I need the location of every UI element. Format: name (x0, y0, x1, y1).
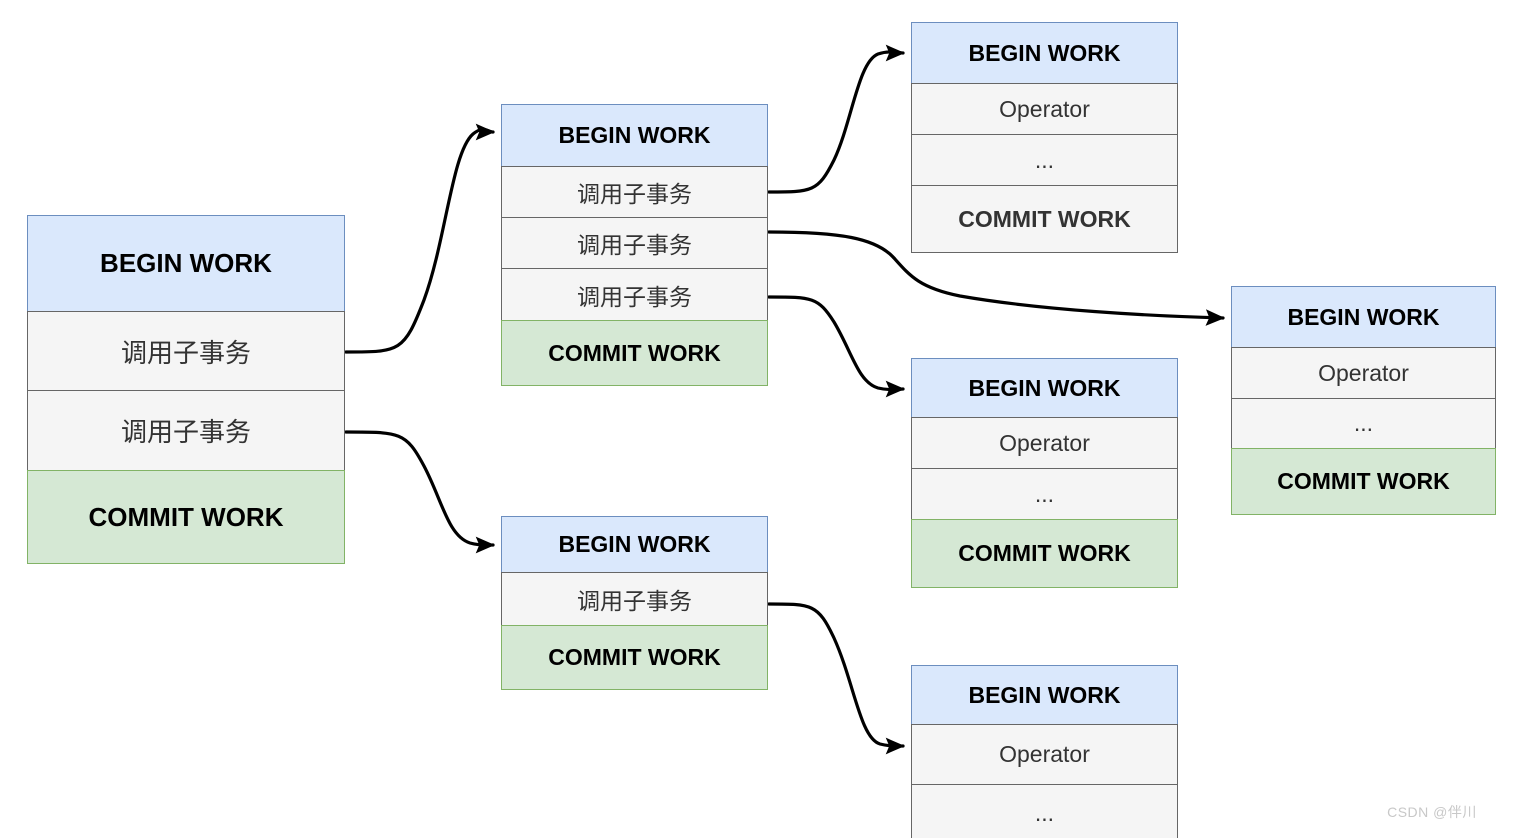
root-call-1[interactable]: 调用子事务 (27, 311, 345, 391)
sub-a-commit[interactable]: COMMIT WORK (501, 320, 768, 386)
leaf-3-operator[interactable]: Operator (911, 724, 1178, 785)
leaf-4-begin[interactable]: BEGIN WORK (1231, 286, 1496, 348)
leaf-2-operator[interactable]: Operator (911, 417, 1178, 469)
leaf-1-operator[interactable]: Operator (911, 83, 1178, 135)
sub-a-begin[interactable]: BEGIN WORK (501, 104, 768, 167)
edge-root-call1-to-sub-a (344, 123, 495, 354)
edge-sub-b-call1-to-leaf-3 (767, 602, 905, 755)
sub-a-call-1[interactable]: 调用子事务 (501, 166, 768, 218)
sub-transaction-a-box: BEGIN WORK 调用子事务 调用子事务 调用子事务 COMMIT WORK (501, 104, 768, 390)
leaf-2-ellipsis[interactable]: ... (911, 468, 1178, 520)
leaf-4-ellipsis[interactable]: ... (1231, 398, 1496, 449)
root-begin[interactable]: BEGIN WORK (27, 215, 345, 312)
edge-sub-a-call1-to-leaf-1 (767, 44, 905, 194)
edge-sub-a-call3-to-leaf-2 (767, 295, 905, 398)
csdn-watermark: CSDN @伴川 (1387, 804, 1477, 820)
leaf-4-operator[interactable]: Operator (1231, 347, 1496, 399)
sub-a-call-3[interactable]: 调用子事务 (501, 268, 768, 321)
root-transaction-box: BEGIN WORK 调用子事务 调用子事务 COMMIT WORK (27, 215, 345, 567)
leaf-transaction-3-box: BEGIN WORK Operator... (911, 665, 1178, 838)
leaf-4-commit[interactable]: COMMIT WORK (1231, 448, 1496, 515)
leaf-transaction-4-box: BEGIN WORK Operator... COMMIT WORK (1231, 286, 1496, 518)
leaf-1-ellipsis[interactable]: ... (911, 134, 1178, 186)
leaf-transaction-2-box: BEGIN WORK Operator... COMMIT WORK (911, 358, 1178, 591)
root-commit[interactable]: COMMIT WORK (27, 470, 345, 564)
leaf-transaction-1-box: BEGIN WORK Operator... COMMIT WORK (911, 22, 1178, 256)
sub-b-call-1[interactable]: 调用子事务 (501, 572, 768, 626)
leaf-1-begin[interactable]: BEGIN WORK (911, 22, 1178, 84)
edge-root-call2-to-sub-b (344, 430, 495, 554)
sub-b-begin[interactable]: BEGIN WORK (501, 516, 768, 573)
leaf-3-begin[interactable]: BEGIN WORK (911, 665, 1178, 725)
root-call-2[interactable]: 调用子事务 (27, 390, 345, 471)
sub-b-commit[interactable]: COMMIT WORK (501, 625, 768, 690)
leaf-3-ellipsis[interactable]: ... (911, 784, 1178, 838)
leaf-2-commit[interactable]: COMMIT WORK (911, 519, 1178, 588)
sub-transaction-b-box: BEGIN WORK 调用子事务 COMMIT WORK (501, 516, 768, 692)
sub-a-call-2[interactable]: 调用子事务 (501, 217, 768, 269)
leaf-1-commit[interactable]: COMMIT WORK (911, 185, 1178, 253)
leaf-2-begin[interactable]: BEGIN WORK (911, 358, 1178, 418)
transaction-flow-diagram: BEGIN WORK 调用子事务 调用子事务 COMMIT WORK BEGIN WOR… (0, 0, 1518, 838)
